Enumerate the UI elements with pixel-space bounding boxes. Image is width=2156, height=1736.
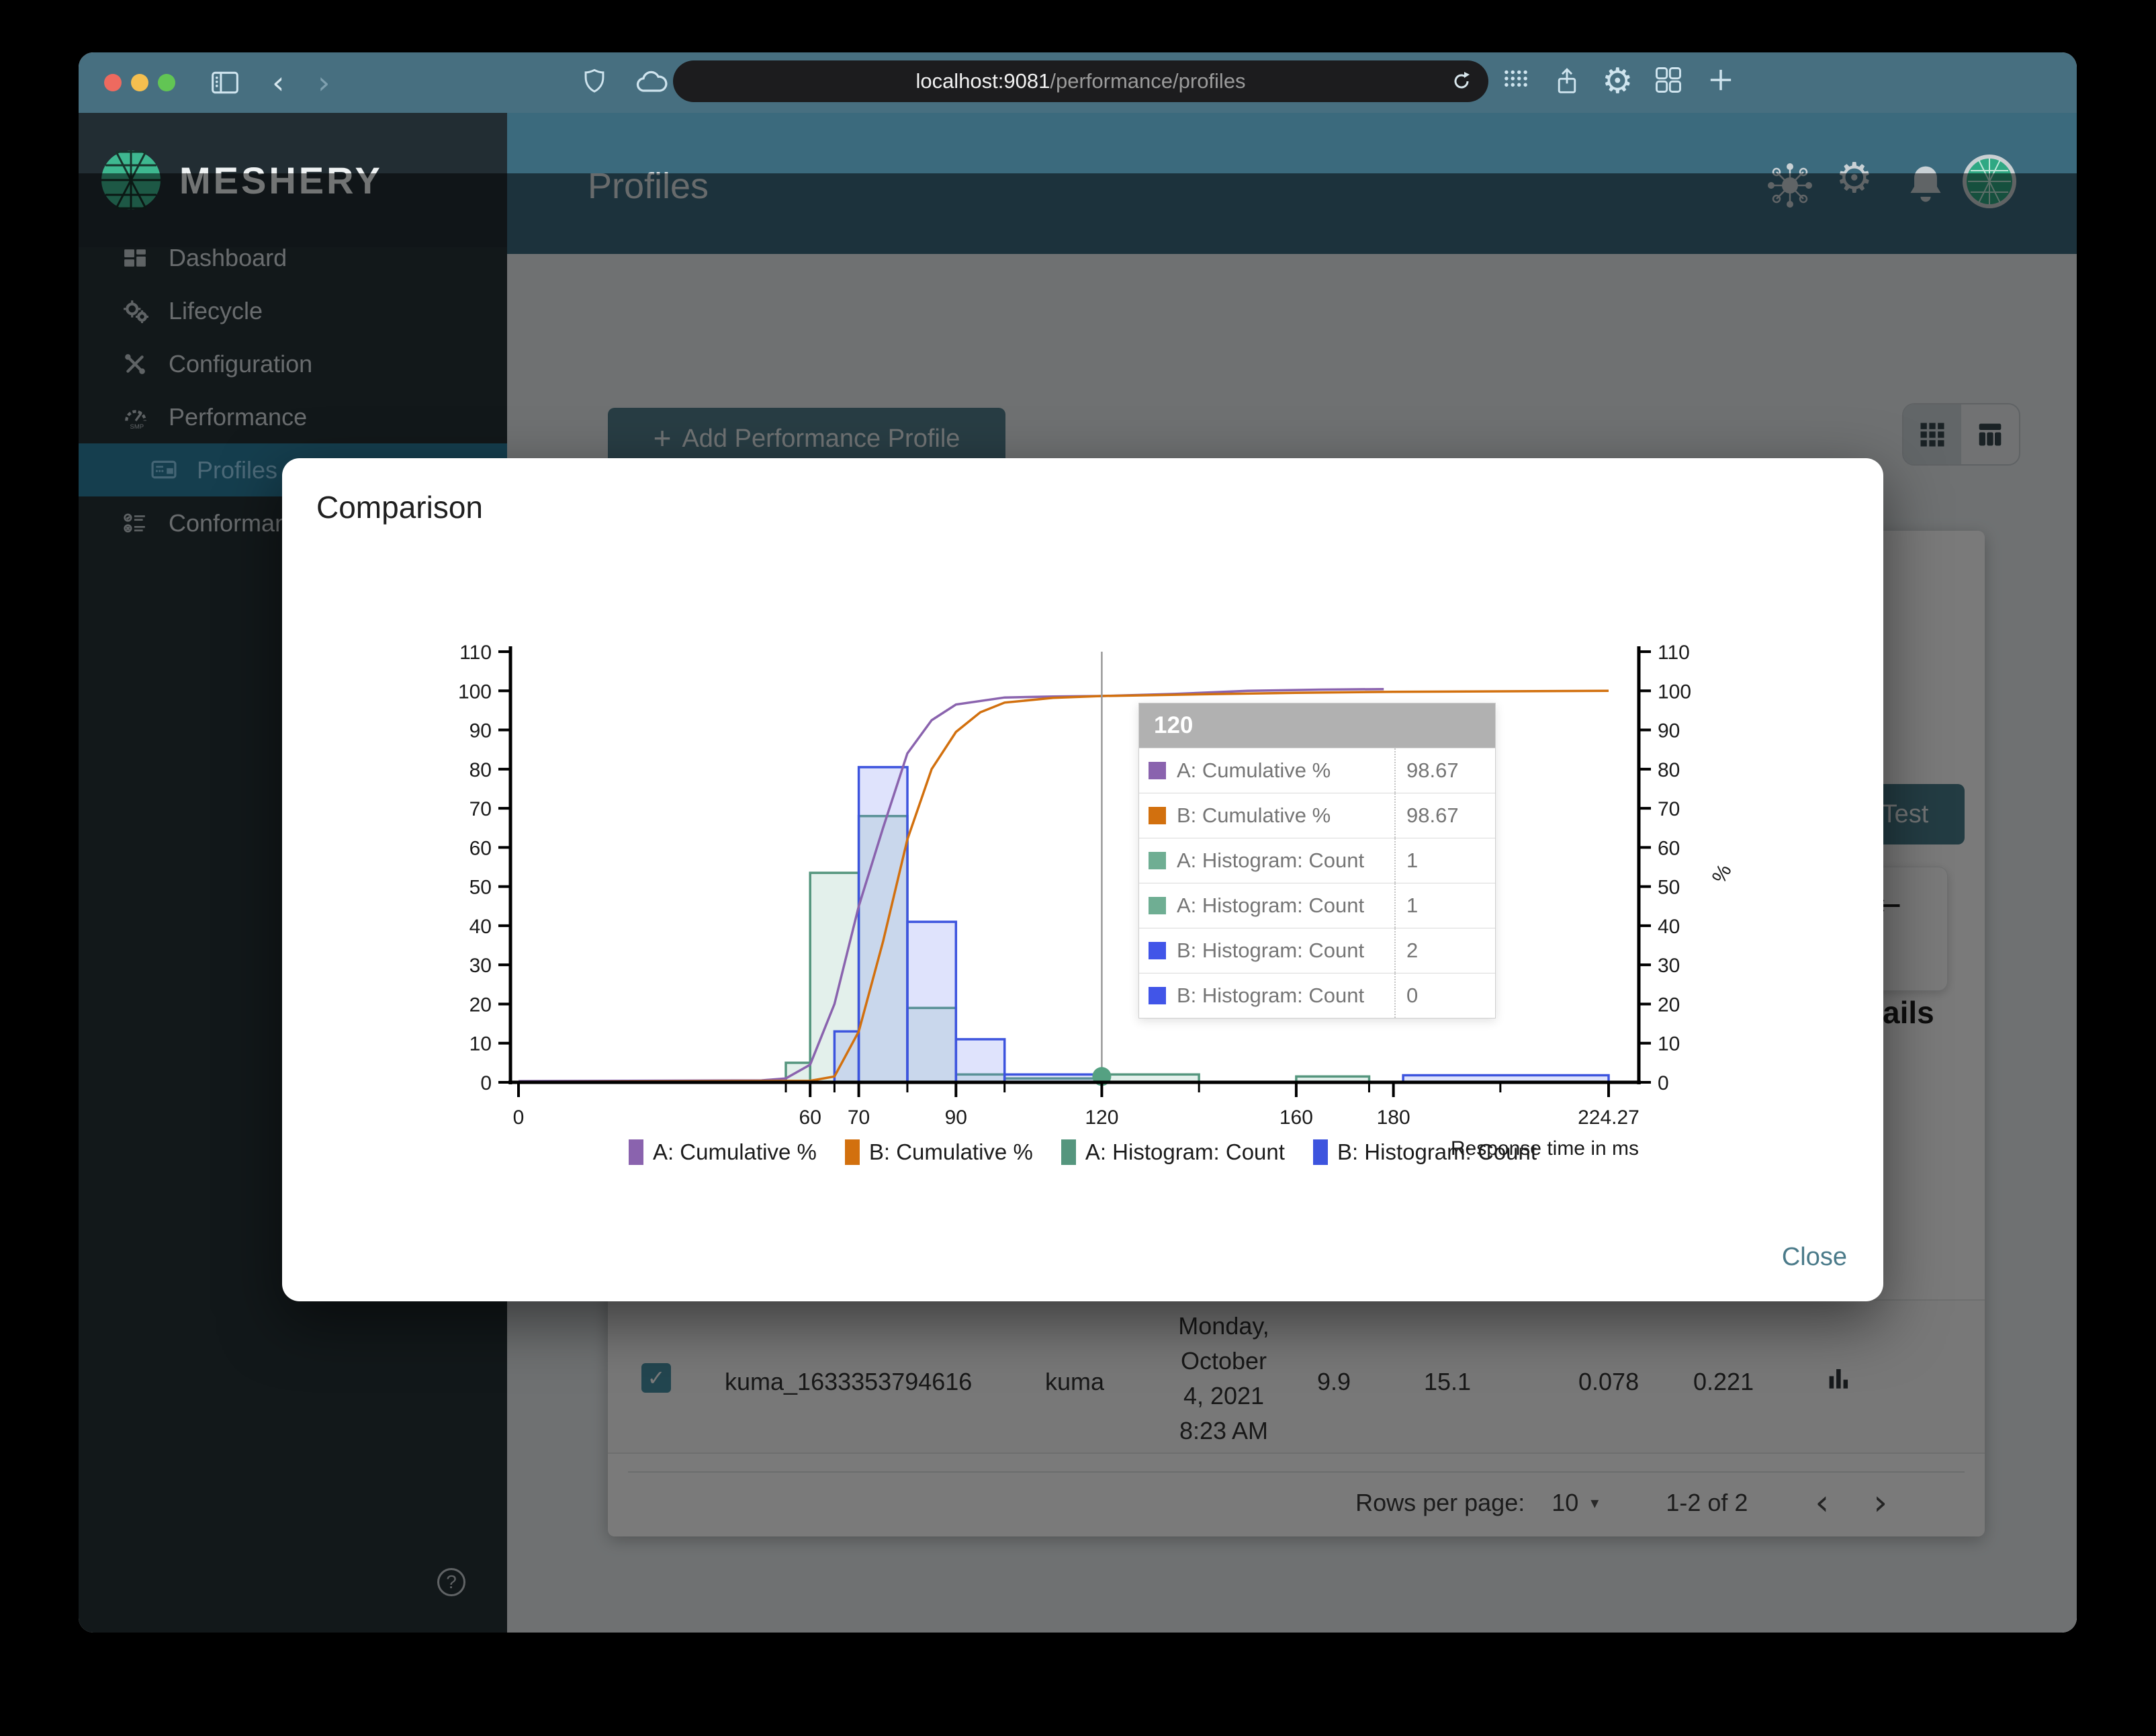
svg-text:20: 20 xyxy=(1658,994,1680,1016)
close-button[interactable]: Close xyxy=(1782,1243,1847,1272)
comparison-modal: Comparison 0 0 10 10 20 20 30 30 40 40 50 50 60 60 70 7… xyxy=(282,458,1883,1301)
reload-icon[interactable] xyxy=(1449,69,1474,97)
tooltip-series-label: A: Histogram: Count xyxy=(1177,849,1365,872)
new-tab-plus-icon[interactable] xyxy=(1707,66,1735,97)
svg-text:80: 80 xyxy=(1658,759,1680,781)
keypad-grid-icon[interactable] xyxy=(1502,66,1529,96)
back-icon[interactable]: ‹ xyxy=(272,66,284,99)
svg-text:100: 100 xyxy=(458,681,492,703)
tooltip-series-label: B: Histogram: Count xyxy=(1177,939,1365,962)
histogram-bar xyxy=(857,766,909,1084)
cloud-icon[interactable] xyxy=(635,66,670,101)
close-window-button[interactable] xyxy=(104,74,122,91)
legend-item[interactable]: A: Histogram: Count xyxy=(1061,1139,1285,1165)
svg-text:60: 60 xyxy=(1658,837,1680,859)
svg-text:80: 80 xyxy=(469,759,492,781)
legend-swatch-a-histogram xyxy=(1061,1139,1076,1165)
svg-text:40: 40 xyxy=(1658,916,1680,938)
tooltip-row: B: Histogram: Count 0 xyxy=(1139,973,1495,1018)
legend-item[interactable]: A: Cumulative % xyxy=(628,1139,817,1165)
share-icon[interactable] xyxy=(1554,66,1580,101)
svg-text:180: 180 xyxy=(1377,1106,1410,1129)
chart-svg: 0 010 1020 2030 3040 4050 5060 6070 7080 8090 9010… xyxy=(458,642,1736,1160)
url-path: /performance/profiles xyxy=(1050,69,1246,93)
legend-item[interactable]: B: Histogram: Count xyxy=(1312,1139,1537,1165)
svg-text:50: 50 xyxy=(469,877,492,899)
tooltip-row: A: Cumulative % 98.67 xyxy=(1139,748,1495,793)
url-host: localhost:9081 xyxy=(915,69,1050,93)
legend-swatch-a-cumulative xyxy=(628,1139,643,1165)
tooltip-series-swatch xyxy=(1149,852,1166,869)
tooltip-row: B: Histogram: Count 2 xyxy=(1139,928,1495,973)
tooltip-series-value: 0 xyxy=(1394,973,1495,1018)
svg-text:70: 70 xyxy=(848,1106,870,1129)
svg-text:110: 110 xyxy=(1658,642,1690,664)
address-bar[interactable]: localhost:9081/performance/profiles xyxy=(673,60,1488,102)
svg-text:10: 10 xyxy=(1658,1033,1680,1055)
svg-text:20: 20 xyxy=(469,994,492,1016)
browser-settings-gear-icon[interactable]: ⚙ xyxy=(1602,60,1633,102)
tooltip-series-swatch xyxy=(1149,897,1166,914)
svg-text:120: 120 xyxy=(1085,1106,1118,1129)
histogram-bar xyxy=(906,920,958,1084)
svg-text:70: 70 xyxy=(1658,798,1680,820)
svg-text:40: 40 xyxy=(469,916,492,938)
tooltip-series-value: 1 xyxy=(1394,883,1495,928)
legend-swatch-b-cumulative xyxy=(844,1139,860,1165)
legend-swatch-b-histogram xyxy=(1312,1139,1328,1165)
screen: ‹ › localhost:9081/performance/profiles … xyxy=(0,0,2156,1736)
tooltip-series-value: 1 xyxy=(1394,838,1495,883)
svg-text:60: 60 xyxy=(469,837,492,859)
svg-text:224.27: 224.27 xyxy=(1578,1106,1640,1129)
zoom-window-button[interactable] xyxy=(158,74,175,91)
comparison-chart[interactable]: 0 0 10 10 20 20 30 30 40 40 50 50 60 60 70 70 80 80 90 90 10… xyxy=(282,458,1883,1301)
browser-titlebar: ‹ › localhost:9081/performance/profiles … xyxy=(79,52,2077,113)
svg-text:0: 0 xyxy=(1658,1072,1669,1094)
minimize-window-button[interactable] xyxy=(131,74,148,91)
svg-text:60: 60 xyxy=(799,1106,821,1129)
forward-icon[interactable]: › xyxy=(318,66,330,99)
tooltip-series-swatch xyxy=(1149,987,1166,1004)
histogram-bar xyxy=(954,1038,1006,1084)
tooltip-header: 120 xyxy=(1139,703,1495,748)
svg-text:100: 100 xyxy=(1658,681,1691,703)
svg-text:0: 0 xyxy=(480,1072,492,1094)
tooltip-series-label: A: Histogram: Count xyxy=(1177,894,1365,917)
tooltip-series-value: 2 xyxy=(1394,928,1495,973)
svg-text:70: 70 xyxy=(469,798,492,820)
svg-text:110: 110 xyxy=(459,642,492,664)
tab-overview-icon[interactable] xyxy=(1654,66,1682,97)
chart-legend: A: Cumulative % B: Cumulative % A: Histo… xyxy=(282,1139,1883,1165)
browser-window: ‹ › localhost:9081/performance/profiles … xyxy=(79,52,2077,1633)
privacy-shield-icon[interactable] xyxy=(581,66,608,101)
legend-item[interactable]: B: Cumulative % xyxy=(844,1139,1033,1165)
tooltip-series-label: B: Cumulative % xyxy=(1177,804,1331,827)
tooltip-series-swatch xyxy=(1149,807,1166,824)
tooltip-row: A: Histogram: Count 1 xyxy=(1139,883,1495,928)
svg-text:0: 0 xyxy=(513,1106,525,1129)
tooltip-series-value: 98.67 xyxy=(1394,793,1495,838)
tooltip-row: B: Cumulative % 98.67 xyxy=(1139,793,1495,838)
svg-text:160: 160 xyxy=(1279,1106,1313,1129)
svg-text:10: 10 xyxy=(469,1033,492,1055)
svg-text:30: 30 xyxy=(469,955,492,977)
y-axis-title: % xyxy=(1708,861,1736,887)
tooltip-row: A: Histogram: Count 1 xyxy=(1139,838,1495,883)
chart-tooltip: 120 A: Cumulative % 98.67 B: Cumulative % 9… xyxy=(1138,703,1496,1018)
svg-text:30: 30 xyxy=(1658,955,1680,977)
tooltip-series-swatch xyxy=(1149,942,1166,959)
svg-text:90: 90 xyxy=(1658,720,1680,742)
tooltip-series-label: B: Histogram: Count xyxy=(1177,984,1365,1007)
svg-text:90: 90 xyxy=(469,720,492,742)
svg-text:90: 90 xyxy=(945,1106,967,1129)
tooltip-series-value: 98.67 xyxy=(1394,748,1495,793)
sidebar-toggle-icon[interactable] xyxy=(210,66,240,103)
tooltip-series-swatch xyxy=(1149,762,1166,779)
svg-text:50: 50 xyxy=(1658,877,1680,899)
tooltip-series-label: A: Cumulative % xyxy=(1177,758,1331,782)
